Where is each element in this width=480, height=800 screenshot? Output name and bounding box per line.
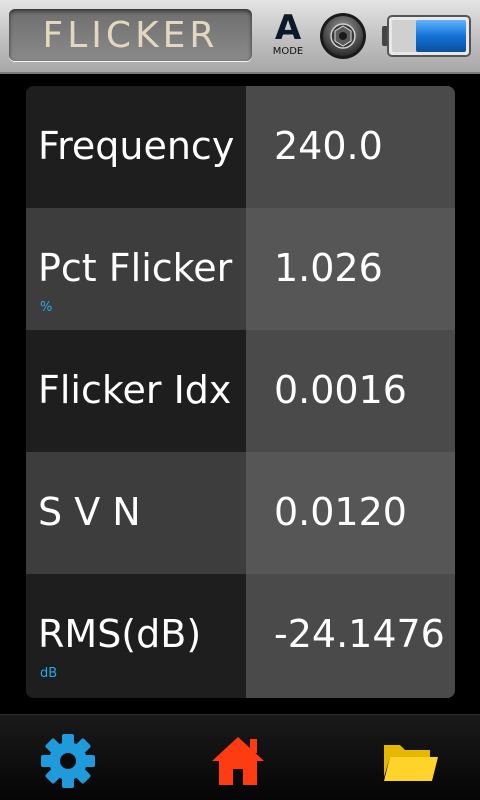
mode-button[interactable]: A MODE [266, 10, 310, 62]
mode-letter: A [274, 8, 302, 48]
header-bar: FLICKER A MODE [0, 0, 480, 74]
bottom-nav-bar [0, 714, 480, 800]
table-row: Pct Flicker % 1.026 [26, 208, 455, 330]
table-row: RMS(dB) dB -24.1476 [26, 574, 455, 698]
row-value: -24.1476 [274, 612, 445, 656]
camera-shutter-icon[interactable] [319, 12, 367, 60]
row-value-cell: 1.026 [246, 208, 455, 330]
row-value: 0.0120 [274, 490, 407, 534]
app-screen: FLICKER A MODE Frequency 240.0 Pct Flick… [0, 0, 480, 800]
title-box: FLICKER [9, 9, 252, 61]
home-icon [208, 737, 268, 793]
row-label: RMS(dB) [38, 612, 202, 656]
row-value: 1.026 [274, 246, 383, 290]
table-row: Flicker Idx 0.0016 [26, 330, 455, 452]
row-value-cell: 240.0 [246, 86, 455, 208]
table-row: Frequency 240.0 [26, 86, 455, 208]
row-unit: dB [40, 666, 58, 681]
row-label: Pct Flicker [38, 246, 233, 290]
row-value-cell: 0.0120 [246, 452, 455, 574]
measurement-table: Frequency 240.0 Pct Flicker % 1.026 Flic… [26, 86, 455, 698]
row-label: S V N [38, 490, 141, 534]
row-label-cell: Flicker Idx [26, 330, 246, 452]
row-label: Flicker Idx [38, 368, 232, 412]
table-row: S V N 0.0120 [26, 452, 455, 574]
app-title: FLICKER [42, 14, 219, 56]
folder-icon [380, 745, 440, 793]
row-label: Frequency [38, 124, 235, 168]
mode-label: MODE [272, 46, 304, 57]
home-button[interactable] [208, 733, 268, 789]
gear-icon [38, 734, 98, 793]
battery-icon [382, 12, 472, 60]
row-label-cell: RMS(dB) dB [26, 574, 246, 698]
row-label-cell: Frequency [26, 86, 246, 208]
settings-button[interactable] [38, 733, 98, 789]
row-value: 240.0 [274, 124, 383, 168]
row-value: 0.0016 [274, 368, 407, 412]
row-label-cell: S V N [26, 452, 246, 574]
row-value-cell: 0.0016 [246, 330, 455, 452]
folder-button[interactable] [380, 733, 440, 789]
row-value-cell: -24.1476 [246, 574, 455, 698]
row-label-cell: Pct Flicker % [26, 208, 246, 330]
row-unit: % [40, 300, 53, 315]
